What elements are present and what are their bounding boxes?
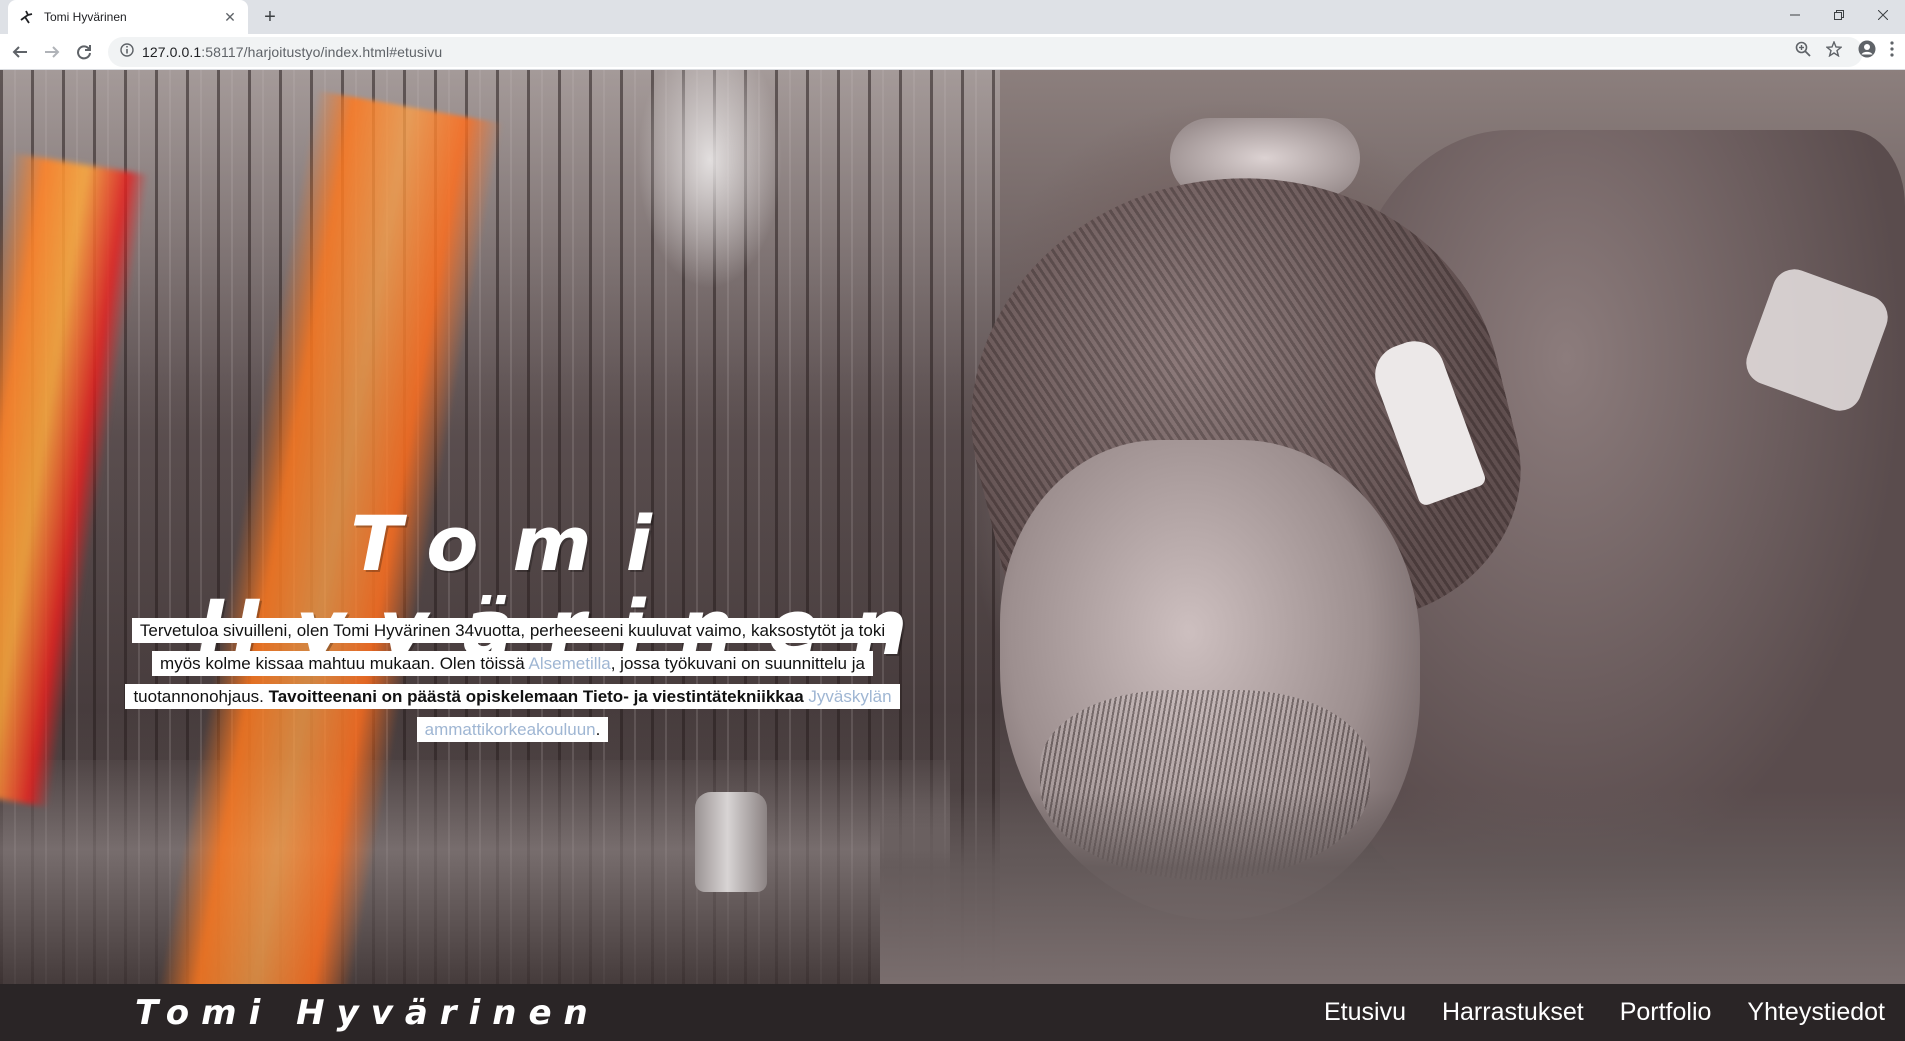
tab-strip: Tomi Hyvärinen ✕ + xyxy=(0,0,1905,34)
nav-links: Etusivu Harrastukset Portfolio Yhteystie… xyxy=(1288,984,1885,1041)
tab-title: Tomi Hyvärinen xyxy=(44,10,127,24)
garden-jar xyxy=(695,792,767,892)
minimize-icon[interactable] xyxy=(1773,0,1817,30)
forward-icon[interactable] xyxy=(40,40,64,64)
intro-line1: Tervetuloa sivuilleni, olen Tomi Hyvärin… xyxy=(139,621,886,640)
intro-period: . xyxy=(595,720,601,739)
intro-paragraph: Tervetuloa sivuilleni, olen Tomi Hyvärin… xyxy=(125,614,900,746)
intro-line2-a: myös kolme kissaa mahtuu mukaan. Olen tö… xyxy=(160,654,529,673)
school-link-part2[interactable]: ammattikorkeakouluun xyxy=(425,720,596,739)
close-tab-icon[interactable]: ✕ xyxy=(222,9,238,25)
new-tab-button[interactable]: + xyxy=(258,6,282,30)
bookmark-star-icon[interactable] xyxy=(1822,37,1846,61)
intro-line3-a: tuotannonohjaus. xyxy=(133,687,269,706)
intro-line2-b: , jossa työkuvani on suunnittelu ja xyxy=(610,654,865,673)
school-link-part1[interactable]: Jyväskylän xyxy=(808,687,891,706)
address-bar[interactable]: 127.0.0.1:58117/harjoitustyo/index.html#… xyxy=(108,37,1863,67)
nav-link-harrastukset[interactable]: Harrastukset xyxy=(1442,998,1584,1027)
close-window-icon[interactable] xyxy=(1861,0,1905,30)
restore-icon[interactable] xyxy=(1817,0,1861,30)
url-text: 127.0.0.1:58117/harjoitustyo/index.html#… xyxy=(142,44,443,60)
zoom-icon[interactable] xyxy=(1791,37,1815,61)
nav-link-portfolio[interactable]: Portfolio xyxy=(1620,998,1712,1027)
web-page: Tomi Hyvärinen Tervetuloa sivuilleni, ol… xyxy=(0,70,1905,1041)
nav-link-yhteystiedot[interactable]: Yhteystiedot xyxy=(1747,998,1885,1027)
employer-link[interactable]: Alsemetilla xyxy=(529,654,611,673)
hero-section: Tomi Hyvärinen Tervetuloa sivuilleni, ol… xyxy=(0,70,1905,984)
coat-shoulders xyxy=(880,790,1905,984)
brand-logo[interactable]: Tomi Hyvärinen xyxy=(135,988,600,1038)
garden-ground xyxy=(0,760,950,984)
nav-link-etusivu[interactable]: Etusivu xyxy=(1324,998,1406,1027)
bottom-navbar: Tomi Hyvärinen Etusivu Harrastukset Port… xyxy=(0,984,1905,1041)
favicon-icon xyxy=(18,9,34,25)
browser-tab[interactable]: Tomi Hyvärinen ✕ xyxy=(8,0,248,34)
profile-icon[interactable] xyxy=(1855,37,1879,61)
goal-text: Tavoitteenani on päästä opiskelemaan Tie… xyxy=(268,687,804,706)
sky-patch xyxy=(620,70,810,370)
site-info-icon[interactable] xyxy=(120,42,134,62)
reload-icon[interactable] xyxy=(72,40,96,64)
back-icon[interactable] xyxy=(8,40,32,64)
menu-dots-icon[interactable] xyxy=(1880,37,1904,61)
hero-title-line1: Tomi xyxy=(350,499,686,588)
browser-toolbar: 127.0.0.1:58117/harjoitustyo/index.html#… xyxy=(0,34,1905,70)
